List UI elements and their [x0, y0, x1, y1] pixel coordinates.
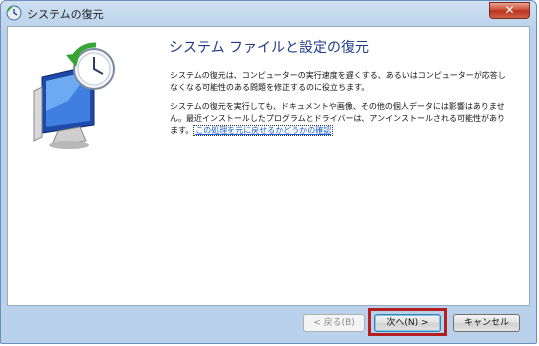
window-title: システムの復元 [27, 8, 104, 21]
description-paragraph-2: システムの復元を実行しても、ドキュメントや画像、その他の個人データには影響はあり… [170, 101, 510, 137]
cancel-button[interactable]: キャンセル [453, 314, 520, 332]
close-icon: ✕ [504, 3, 515, 17]
system-restore-icon [6, 5, 22, 21]
wizard-footer: < 戻る(B) 次へ(N) > キャンセル [7, 306, 530, 340]
title-bar[interactable]: システムの復元 ✕ [1, 1, 536, 25]
page-title: システム ファイルと設定の復元 [169, 40, 370, 56]
description-paragraph-1: システムの復元は、コンピューターの実行速度を遅くする、あるいはコンピューターが応… [170, 71, 506, 92]
system-restore-window: システムの復元 ✕ システム ファイルと設定の復元 システムの復元は、コンピュー… [0, 0, 537, 344]
undo-check-link[interactable]: この処理を元に戻せるかどうかの確認 [193, 125, 334, 136]
back-button[interactable]: < 戻る(B) [303, 314, 365, 332]
wizard-content: システム ファイルと設定の復元 システムの復元は、コンピューターの実行速度を遅く… [7, 26, 530, 306]
system-restore-clock-monitor-icon [33, 42, 115, 149]
next-button[interactable]: 次へ(N) > [374, 314, 441, 332]
close-button[interactable]: ✕ [489, 2, 530, 19]
